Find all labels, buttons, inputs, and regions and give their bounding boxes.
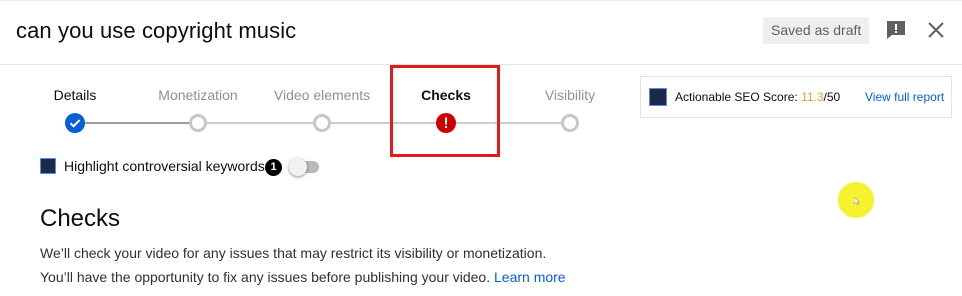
checks-description-text: We’ll check your video for any issues th…	[40, 245, 547, 285]
stepper-track-segment	[75, 122, 198, 124]
step-details-label[interactable]: Details	[54, 87, 97, 103]
annotation-highlight-box	[390, 65, 500, 157]
step-details-node[interactable]	[65, 113, 85, 133]
check-icon	[69, 119, 81, 128]
checks-heading: Checks	[40, 205, 121, 232]
learn-more-link[interactable]: Learn more	[494, 269, 566, 285]
close-icon[interactable]	[926, 20, 946, 40]
step-monetization-label[interactable]: Monetization	[158, 87, 237, 103]
upload-dialog: can you use copyright music Saved as dra…	[0, 0, 962, 296]
video-title: can you use copyright music	[16, 18, 297, 43]
seo-score-panel: Actionable SEO Score: 11.3/50 View full …	[640, 76, 952, 118]
highlight-keywords-label: Highlight controversial keywords	[64, 158, 265, 174]
keyword-count-badge: 1	[265, 159, 282, 176]
seo-score-max: /50	[823, 90, 841, 104]
saved-as-draft-badge: Saved as draft	[763, 17, 870, 44]
stepper-track-segment	[198, 122, 570, 124]
seo-score-text: Actionable SEO Score: 11.3/50	[675, 90, 840, 104]
keyword-extension-logo-icon	[40, 158, 56, 174]
seo-extension-logo-icon	[649, 88, 667, 106]
checks-description: We’ll check your video for any issues th…	[40, 241, 580, 289]
seo-score-value: 11.3	[801, 90, 824, 104]
step-visibility-label[interactable]: Visibility	[545, 87, 595, 103]
toggle-knob	[289, 158, 307, 176]
step-video-elements-node[interactable]	[313, 114, 331, 132]
step-visibility-node[interactable]	[561, 114, 579, 132]
step-monetization-node[interactable]	[189, 114, 207, 132]
step-video-elements-label[interactable]: Video elements	[274, 87, 370, 103]
seo-score-label: Actionable SEO Score:	[675, 90, 802, 104]
feedback-icon[interactable]	[884, 18, 908, 42]
view-full-report-link[interactable]: View full report	[865, 90, 944, 104]
mouse-cursor-icon	[854, 197, 860, 205]
highlight-keywords-toggle[interactable]	[289, 158, 319, 176]
dialog-header: can you use copyright music Saved as dra…	[0, 1, 962, 65]
